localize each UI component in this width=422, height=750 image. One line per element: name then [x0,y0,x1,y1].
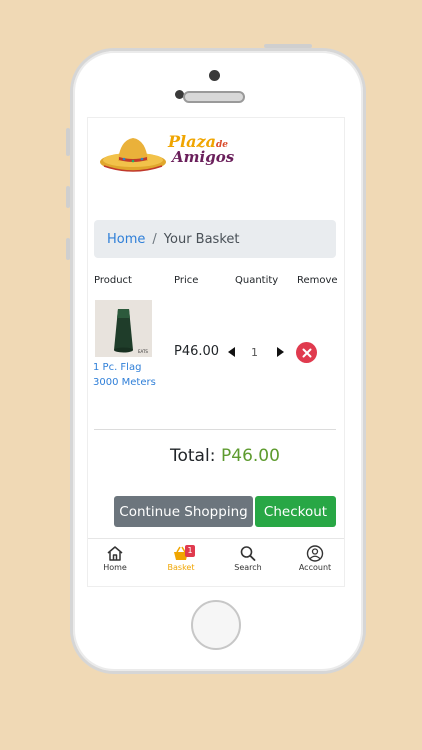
nav-label-home: Home [103,563,127,572]
continue-shopping-button[interactable]: Continue Shopping [114,496,253,527]
sombrero-icon [100,138,166,172]
nav-item-basket[interactable]: 1 Basket [151,545,211,572]
nav-label-account: Account [298,563,332,572]
total-label: Total: [170,446,216,466]
basket-badge: 1 [185,545,195,557]
account-icon [285,545,344,562]
remove-item-button[interactable] [296,342,317,363]
quantity-increase-button[interactable] [277,347,284,357]
column-header-price: Price [174,275,199,286]
nav-item-account[interactable]: Account [285,545,344,572]
nav-item-home[interactable]: Home [88,545,145,572]
product-image-label: EATS [138,349,148,354]
product-name-link[interactable]: 1 Pc. Flag 3000 Meters [93,360,165,390]
thread-spool-image: EATS [95,300,152,357]
column-header-quantity: Quantity [235,275,279,286]
nav-label-basket: Basket [167,563,195,572]
breadcrumb: Home / Your Basket [94,220,336,258]
column-header-product: Product [94,275,132,286]
phone-camera [209,70,220,81]
logo-line2: Amigos [172,148,235,166]
close-icon [302,348,311,357]
divider [94,429,336,430]
nav-item-search[interactable]: Search [218,545,278,572]
product-image[interactable]: EATS [95,300,152,357]
phone-speaker [183,91,245,103]
total-value: P46.00 [221,446,280,466]
quantity-value: 1 [251,346,258,359]
home-icon [88,545,145,562]
quantity-decrease-button[interactable] [228,347,235,357]
plaza-de-amigos-logo[interactable]: Plazade Amigos [98,130,238,184]
breadcrumb-current: Your Basket [163,231,240,247]
checkout-button[interactable]: Checkout [255,496,336,527]
basket-icon: 1 [151,545,211,562]
nav-label-search: Search [234,563,262,572]
product-price: P46.00 [174,344,220,359]
logo-text: Plazade Amigos [168,134,234,165]
phone-home-button[interactable] [191,600,241,650]
breadcrumb-home-link[interactable]: Home [107,232,145,247]
app-screen: Plazade Amigos Home / Your Basket Produc… [88,118,344,586]
bottom-nav: Home 1 Basket Search Account [88,538,344,586]
column-header-remove: Remove [297,275,338,286]
breadcrumb-separator: / [152,231,157,247]
search-icon [218,545,278,562]
